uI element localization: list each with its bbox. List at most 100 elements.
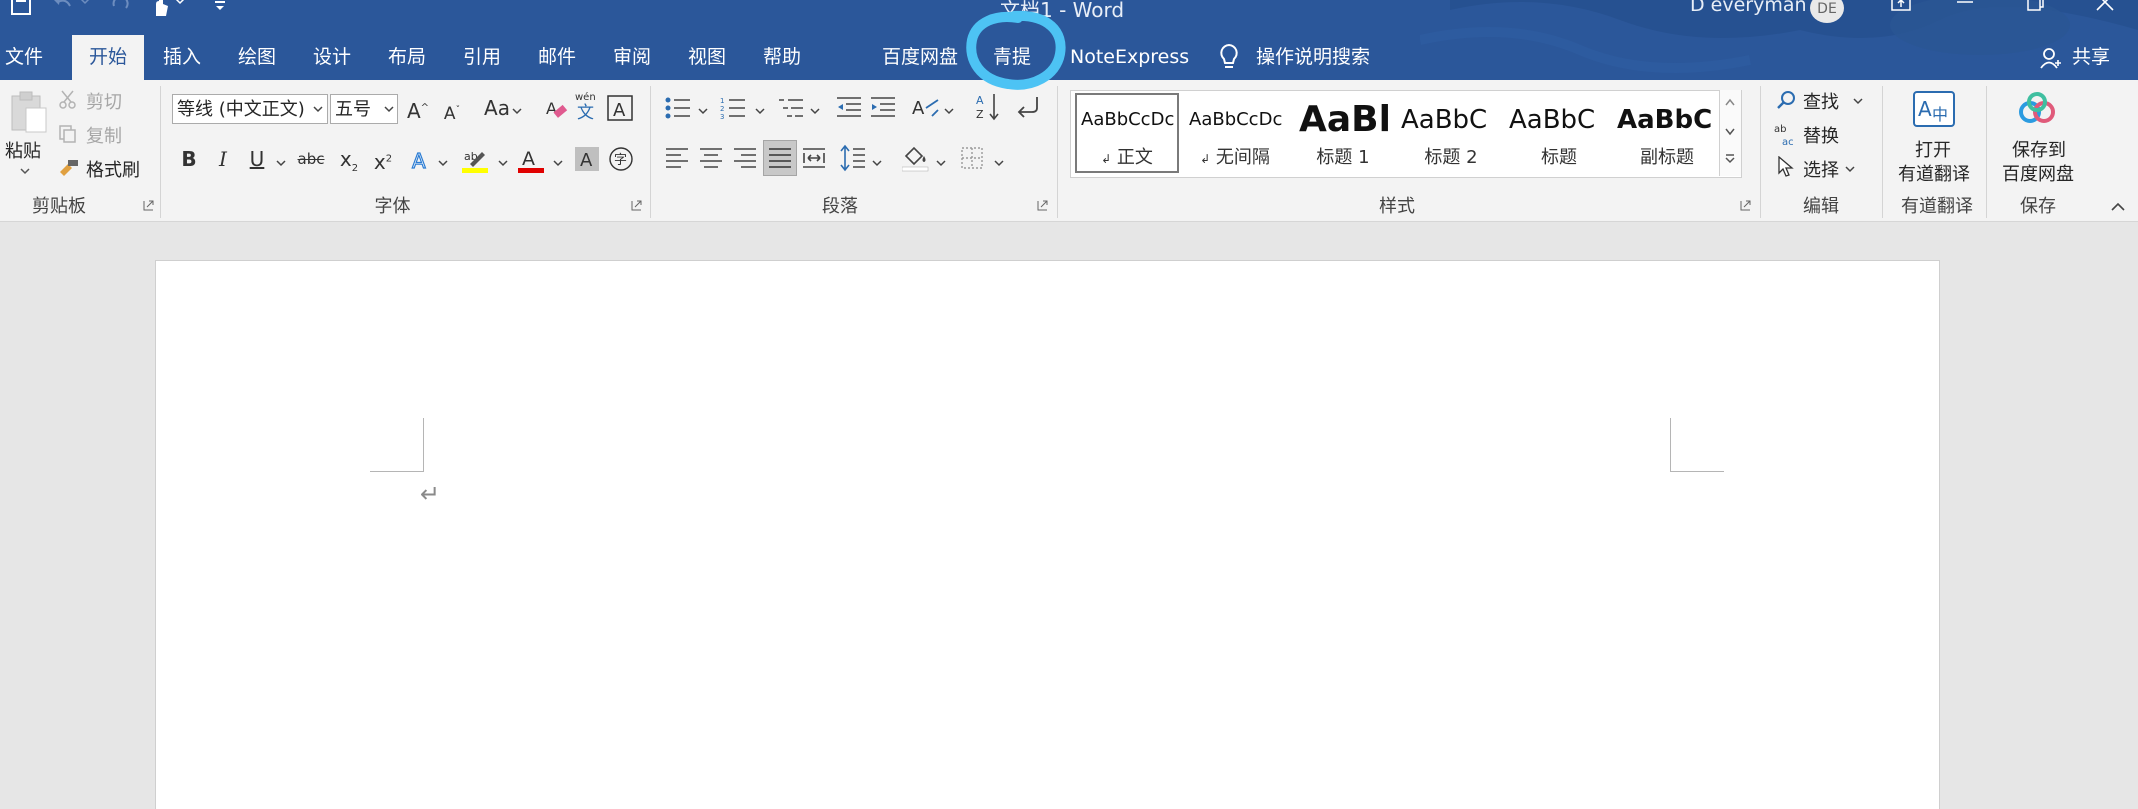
- text-effects-dropdown-icon[interactable]: [438, 160, 448, 168]
- chinese-layout-icon[interactable]: A: [912, 94, 940, 122]
- paste-icon[interactable]: [8, 90, 48, 134]
- cut-button[interactable]: 剪切: [86, 88, 122, 114]
- subscript-button[interactable]: x2: [334, 144, 364, 174]
- multilevel-list-icon[interactable]: [778, 96, 804, 120]
- character-shading-icon[interactable]: A: [575, 147, 599, 171]
- undo-icon[interactable]: [52, 0, 74, 16]
- tab-layout[interactable]: 布局: [388, 35, 426, 80]
- clear-formatting-icon[interactable]: A: [544, 96, 568, 122]
- increase-indent-icon[interactable]: [870, 96, 896, 120]
- bold-button[interactable]: B: [174, 144, 204, 174]
- youdao-open-label[interactable]: 打开: [1915, 136, 1951, 162]
- minimize-icon[interactable]: [1945, 0, 1985, 16]
- tab-insert[interactable]: 插入: [163, 35, 201, 80]
- tab-noteexpress[interactable]: NoteExpress: [1070, 35, 1189, 80]
- bullets-dropdown-icon[interactable]: [698, 108, 708, 116]
- tab-review[interactable]: 审阅: [613, 35, 651, 80]
- select-dropdown-icon[interactable]: [1845, 166, 1855, 174]
- line-spacing-icon[interactable]: [840, 144, 866, 172]
- grow-font-button[interactable]: A^: [403, 93, 433, 123]
- style-heading-2[interactable]: AaBbC 标题 2: [1397, 91, 1505, 175]
- paragraph-launcher-icon[interactable]: [1037, 200, 1048, 211]
- tab-qingti[interactable]: 青提: [993, 35, 1031, 80]
- font-launcher-icon[interactable]: [631, 200, 642, 211]
- document-page[interactable]: [155, 260, 1940, 809]
- style-subtitle[interactable]: AaBbC 副标题: [1613, 91, 1721, 175]
- customize-toolbar-icon[interactable]: [214, 0, 226, 12]
- phonetic-guide-icon[interactable]: wén文: [574, 90, 600, 120]
- youdao-translate-label[interactable]: 有道翻译: [1898, 160, 1970, 186]
- tab-draw[interactable]: 绘图: [238, 35, 276, 80]
- copy-button[interactable]: 复制: [86, 122, 122, 148]
- font-size-dropdown-icon[interactable]: [384, 106, 394, 114]
- select-button[interactable]: 选择: [1803, 156, 1839, 182]
- underline-dropdown-icon[interactable]: [276, 160, 286, 168]
- save-baidu-label[interactable]: 百度网盘: [2002, 160, 2074, 186]
- save-icon[interactable]: [10, 0, 32, 16]
- underline-button[interactable]: U: [242, 144, 272, 174]
- paste-button[interactable]: 粘贴: [5, 137, 41, 163]
- change-case-button[interactable]: Aa: [478, 93, 516, 123]
- tab-home[interactable]: 开始: [72, 35, 144, 80]
- align-center-icon[interactable]: [699, 146, 723, 170]
- tab-mailings[interactable]: 邮件: [538, 35, 576, 80]
- format-painter-button[interactable]: 格式刷: [86, 156, 140, 182]
- paste-dropdown-icon[interactable]: [20, 168, 30, 176]
- find-dropdown-icon[interactable]: [1853, 98, 1863, 106]
- touch-mode-icon[interactable]: [150, 0, 172, 18]
- touch-dropdown-icon[interactable]: [175, 0, 185, 6]
- chinese-layout-dropdown-icon[interactable]: [944, 108, 954, 116]
- restore-icon[interactable]: [2015, 0, 2055, 16]
- tab-file[interactable]: 文件: [5, 35, 43, 80]
- align-left-icon[interactable]: [665, 146, 689, 170]
- align-right-icon[interactable]: [733, 146, 757, 170]
- styles-launcher-icon[interactable]: [1740, 200, 1751, 211]
- ribbon-display-options-icon[interactable]: [1880, 0, 1920, 16]
- style-no-spacing[interactable]: AaBbCcDc ↲ 无间隔: [1181, 91, 1289, 175]
- character-border-icon[interactable]: A: [607, 95, 633, 121]
- redo-icon[interactable]: [110, 0, 132, 16]
- tab-design[interactable]: 设计: [313, 35, 351, 80]
- share-button[interactable]: 共享: [2072, 35, 2110, 80]
- change-case-dropdown-icon[interactable]: [512, 108, 522, 116]
- avatar[interactable]: DE: [1810, 0, 1844, 23]
- strikethrough-button[interactable]: abc: [296, 144, 326, 174]
- tab-help[interactable]: 帮助: [763, 35, 801, 80]
- font-color-icon[interactable]: A: [518, 146, 546, 174]
- collapse-ribbon-icon[interactable]: [2110, 202, 2126, 212]
- enclose-characters-icon[interactable]: 字: [608, 146, 634, 172]
- tab-view[interactable]: 视图: [688, 35, 726, 80]
- style-title[interactable]: AaBbC 标题: [1505, 91, 1613, 175]
- sort-icon[interactable]: AZ: [976, 92, 1000, 122]
- shrink-font-button[interactable]: Aˇ: [437, 95, 467, 125]
- undo-dropdown-icon[interactable]: [80, 0, 90, 6]
- save-to-label[interactable]: 保存到: [2012, 136, 2066, 162]
- italic-button[interactable]: I: [208, 144, 238, 174]
- distributed-icon[interactable]: [802, 146, 826, 170]
- style-normal[interactable]: AaBbCcDc ↲ 正文: [1073, 91, 1181, 175]
- highlighter-icon[interactable]: ab: [462, 146, 490, 174]
- borders-icon[interactable]: [960, 146, 984, 170]
- multilevel-dropdown-icon[interactable]: [810, 108, 820, 116]
- styles-scroll-down-icon[interactable]: [1725, 128, 1735, 136]
- close-icon[interactable]: [2085, 0, 2125, 16]
- user-name[interactable]: D everyman: [1690, 0, 1807, 16]
- find-button[interactable]: 查找: [1803, 88, 1839, 114]
- tab-baidu-netdisk[interactable]: 百度网盘: [882, 35, 958, 80]
- bullets-icon[interactable]: [665, 96, 691, 120]
- superscript-button[interactable]: x2: [368, 144, 398, 174]
- font-color-dropdown-icon[interactable]: [553, 160, 563, 168]
- font-name-combo[interactable]: 等线 (中文正文): [172, 94, 328, 124]
- justify-button[interactable]: [763, 140, 797, 176]
- font-name-dropdown-icon[interactable]: [313, 106, 323, 114]
- highlight-dropdown-icon[interactable]: [498, 160, 508, 168]
- styles-more-icon[interactable]: [1725, 154, 1735, 164]
- tell-me-search[interactable]: 操作说明搜索: [1256, 35, 1370, 80]
- shading-icon[interactable]: [902, 144, 930, 172]
- replace-button[interactable]: 替换: [1803, 122, 1839, 148]
- line-spacing-dropdown-icon[interactable]: [872, 160, 882, 168]
- text-effects-icon[interactable]: A: [410, 148, 434, 172]
- tab-references[interactable]: 引用: [463, 35, 501, 80]
- show-hide-marks-icon[interactable]: [1016, 94, 1040, 120]
- style-heading-1[interactable]: AaBl 标题 1: [1289, 91, 1397, 175]
